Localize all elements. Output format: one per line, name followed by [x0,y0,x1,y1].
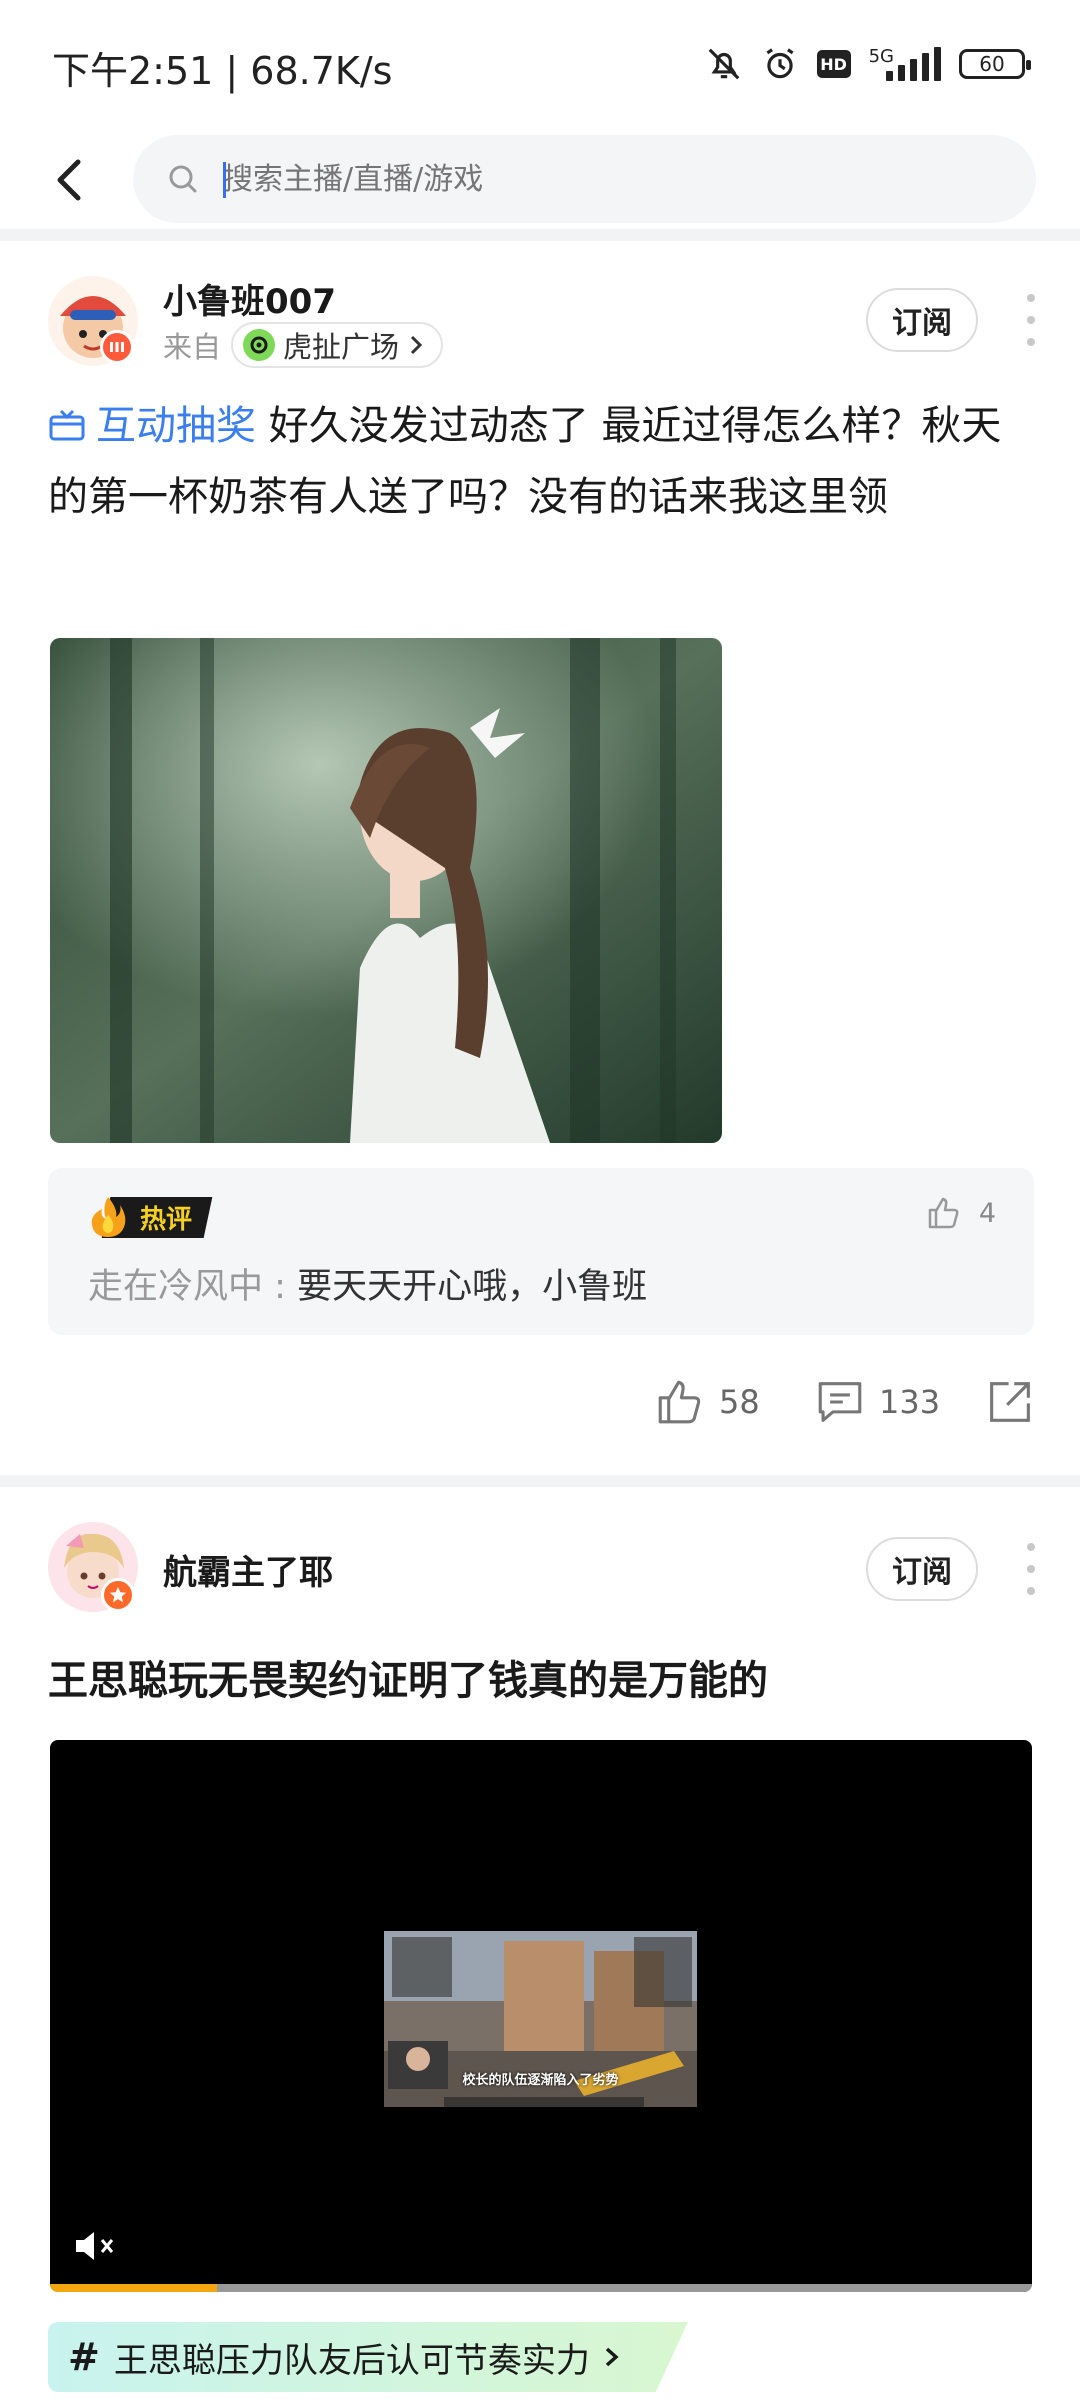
more-options-icon[interactable] [1023,294,1039,346]
top-bar [0,130,1080,230]
chevron-right-icon [410,335,423,355]
hot-comment-like[interactable]: 4 [927,1196,996,1230]
more-options-icon[interactable] [1023,1543,1039,1595]
post-title[interactable]: 王思聪玩无畏契约证明了钱真的是万能的 [48,1648,768,1706]
post-image[interactable] [50,638,722,1143]
text-caret [223,162,226,198]
username[interactable]: 航霸主了耶 [163,1545,333,1594]
comment-button[interactable]: 133 [815,1378,940,1426]
topic-label: 王思聪压力队友后认可节奏实力 [113,2340,590,2381]
video-frame: 校长的队伍逐渐陷入了劣势 [384,1931,697,2107]
signal-icon: 5G [868,45,941,81]
source-name: 虎扯广场 [283,330,400,364]
video-progress-bar[interactable] [50,2284,1032,2292]
section-divider [0,1475,1080,1487]
video-player[interactable]: 校长的队伍逐渐陷入了劣势 [50,1740,1032,2292]
hot-comment-badge: 热评 [88,1196,213,1238]
video-progress-fill [50,2284,217,2292]
post-source: 来自 虎扯广场 [163,322,444,368]
hot-comment-text: 走在冷风中 : 要天天开心哦，小鲁班 [88,1267,648,1307]
back-button[interactable] [42,150,102,210]
thumbs-up-icon [928,1197,959,1229]
network-type: 5G [868,45,894,67]
subscribe-button[interactable]: 订阅 [866,1537,978,1601]
gift-box-icon [49,409,85,441]
alarm-icon [761,45,799,83]
video-caption: 校长的队伍逐渐陷入了劣势 [462,2073,619,2088]
search-icon [169,165,197,193]
hot-comment-author[interactable]: 走在冷风中 [88,1267,263,1307]
lottery-tag-label: 互动抽奖 [96,403,256,449]
hot-comment-content: 要天天开心哦，小鲁班 [297,1267,648,1307]
share-button[interactable] [985,1378,1035,1426]
username[interactable]: 小鲁班007 [163,274,336,323]
status-bar: 下午2:51 | 68.7K/s HD 5G 60 [0,0,1080,130]
share-icon [990,1382,1030,1422]
star-badge-icon [101,1578,135,1612]
post-text: 互动抽奖 好久没发过动态了 最近过得怎么样？秋天的第一杯奶茶有人送了吗？没有的话… [48,391,1038,533]
chevron-right-icon [605,2347,619,2367]
comment-icon [818,1382,862,1422]
lottery-tag[interactable]: 互动抽奖 [48,403,256,449]
hot-label: 热评 [140,1204,193,1235]
mute-button[interactable] [72,2226,120,2266]
speaker-muted-icon [76,2232,114,2260]
flame-icon [91,1197,126,1237]
live-badge-icon [100,330,134,364]
chevron-left-icon [57,159,81,201]
mute-bell-icon [705,45,743,83]
battery-icon: 60 [959,49,1031,79]
hot-like-count: 4 [978,1197,996,1229]
section-divider [0,229,1080,241]
status-time: 下午2:51 | 68.7K/s [52,49,393,93]
topic-tag[interactable]: # 王思聪压力队友后认可节奏实力 [48,2322,688,2392]
search-bar[interactable] [133,135,1036,223]
hd-icon: HD [816,50,851,78]
subscribe-button[interactable]: 订阅 [866,288,978,352]
hot-comment[interactable]: 热评 4 走在冷风中 : 要天天开心哦，小鲁班 [48,1168,1034,1335]
comment-count: 133 [879,1383,941,1421]
search-input[interactable] [223,135,983,223]
hashtag-icon: # [68,2335,100,2379]
forum-icon [243,329,276,361]
status-icons: HD 5G 60 [705,40,1031,88]
from-label: 来自 [163,330,222,364]
source-chip[interactable]: 虎扯广场 [231,322,444,368]
battery-level: 60 [979,52,1005,76]
like-count: 58 [719,1383,760,1421]
like-button[interactable]: 58 [655,1378,760,1426]
thumbs-up-icon [658,1380,701,1424]
post-actions: 58 133 [0,1370,1080,1440]
